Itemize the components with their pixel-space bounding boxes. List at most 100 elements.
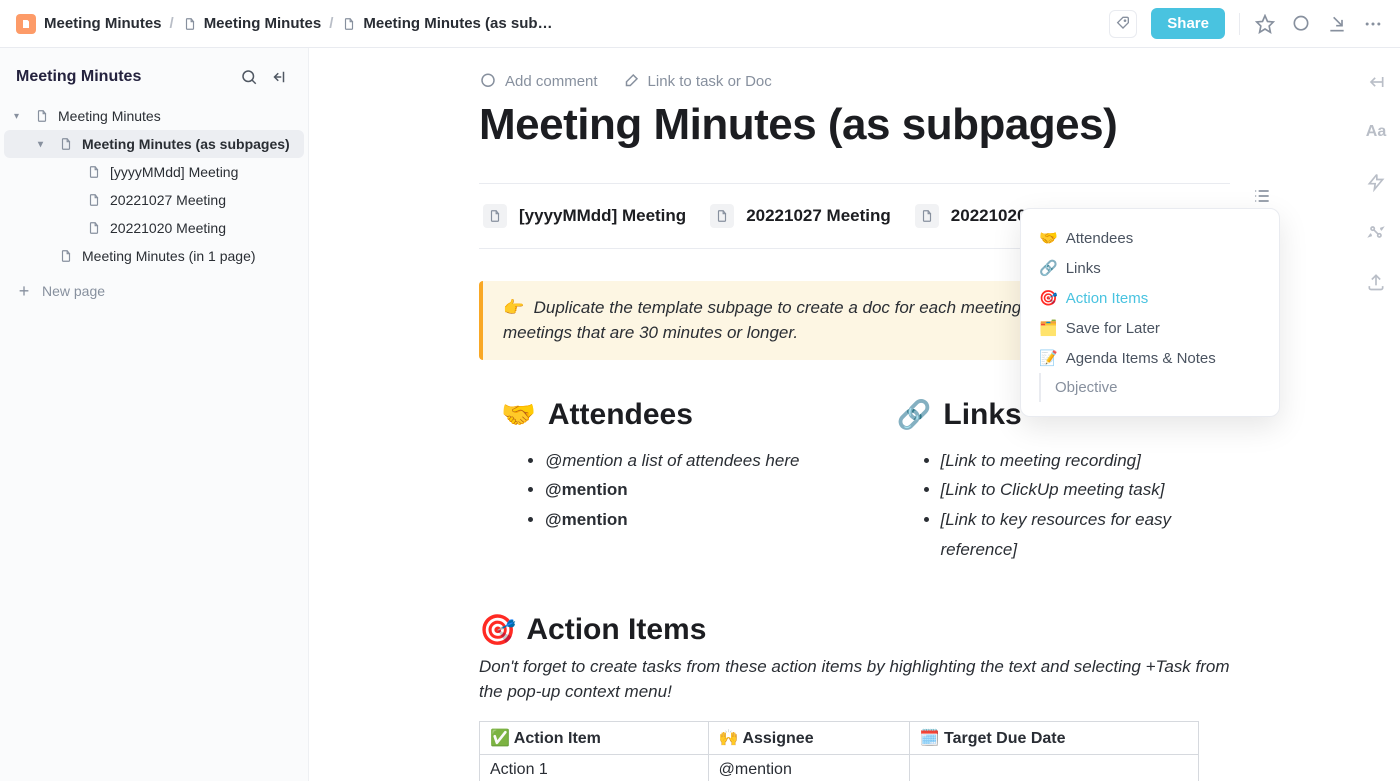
- subpage-label: [yyyyMMdd] Meeting: [519, 206, 686, 226]
- search-icon[interactable]: [238, 66, 260, 88]
- list-item[interactable]: [Link to meeting recording]: [941, 446, 1231, 476]
- document-icon: [58, 136, 74, 152]
- ai-sparkle-icon[interactable]: [1364, 170, 1388, 194]
- handshake-icon: 🤝: [1039, 229, 1058, 247]
- tree-item-label: Meeting Minutes (as subpages): [82, 136, 290, 152]
- attendees-list: @mention a list of attendees here @menti…: [501, 446, 835, 535]
- action-items-table[interactable]: ✅ Action Item 🙌 Assignee 🗓️ Target Due D…: [479, 721, 1199, 781]
- tree-item-root[interactable]: ▾ Meeting Minutes: [4, 102, 304, 130]
- tree-item-label: [yyyyMMdd] Meeting: [110, 164, 238, 180]
- link-icon: 🔗: [1039, 259, 1058, 277]
- document-icon: [483, 204, 507, 228]
- table-row[interactable]: Action 1 @mention: [480, 754, 1199, 781]
- tags-button[interactable]: [1109, 10, 1137, 38]
- document-icon: [58, 248, 74, 264]
- tree-item-meeting-20221027[interactable]: 20221027 Meeting: [4, 186, 304, 214]
- toc-item-attendees[interactable]: 🤝Attendees: [1029, 223, 1271, 253]
- tree-item-label: Meeting Minutes: [58, 108, 161, 124]
- tree-item-label: 20221020 Meeting: [110, 220, 226, 236]
- document-icon: [86, 192, 102, 208]
- breadcrumb-mid[interactable]: Meeting Minutes: [182, 15, 322, 32]
- table-header[interactable]: ✅ Action Item: [480, 721, 709, 754]
- list-item[interactable]: [Link to ClickUp meeting task]: [941, 475, 1231, 505]
- table-header[interactable]: 🙌 Assignee: [708, 721, 909, 754]
- breadcrumb-current[interactable]: Meeting Minutes (as sub…: [341, 15, 552, 32]
- action-items-heading: Action Items: [526, 613, 706, 647]
- tree-item-meeting-20221020[interactable]: 20221020 Meeting: [4, 214, 304, 242]
- list-item[interactable]: @mention: [545, 475, 835, 505]
- table-cell[interactable]: @mention: [708, 754, 909, 781]
- table-cell[interactable]: [909, 754, 1198, 781]
- table-header[interactable]: 🗓️ Target Due Date: [909, 721, 1198, 754]
- export-icon[interactable]: [1364, 270, 1388, 294]
- document-icon: [710, 204, 734, 228]
- document-icon: [34, 108, 50, 124]
- links-heading: Links: [943, 398, 1021, 432]
- page-tree: ▾ Meeting Minutes ▾ Meeting Minutes (as …: [0, 102, 308, 270]
- share-button[interactable]: Share: [1151, 8, 1225, 39]
- tree-item-label: Meeting Minutes (in 1 page): [82, 248, 256, 264]
- app-icon: [16, 14, 36, 34]
- tree-item-template[interactable]: [yyyyMMdd] Meeting: [4, 158, 304, 186]
- collapse-sidebar-icon[interactable]: [268, 66, 290, 88]
- document-icon: [341, 16, 357, 32]
- attendees-section[interactable]: 🤝 Attendees @mention a list of attendees …: [479, 398, 835, 565]
- typography-button[interactable]: Aa: [1364, 120, 1388, 144]
- list-item[interactable]: [Link to key resources for easy referenc…: [941, 505, 1231, 565]
- expand-icon[interactable]: [1364, 70, 1388, 94]
- document-icon: [182, 16, 198, 32]
- pointing-right-icon: 👉: [503, 298, 524, 317]
- divider: [1239, 13, 1240, 35]
- subpage-label: 20221027 Meeting: [746, 206, 891, 226]
- target-icon: 🎯: [479, 613, 516, 648]
- favorite-star-icon[interactable]: [1254, 13, 1276, 35]
- document-icon: [915, 204, 939, 228]
- breadcrumb-root[interactable]: Meeting Minutes: [44, 15, 162, 32]
- chevron-down-icon[interactable]: ▾: [14, 111, 26, 122]
- memo-icon: 📝: [1039, 349, 1058, 367]
- tree-item-single-page[interactable]: Meeting Minutes (in 1 page): [4, 242, 304, 270]
- action-items-section[interactable]: 🎯Action Items Don't forget to create tas…: [479, 613, 1230, 781]
- table-cell[interactable]: Action 1: [480, 754, 709, 781]
- breadcrumb-separator: /: [168, 15, 176, 32]
- subpage-chip[interactable]: 20221027 Meeting: [706, 202, 895, 230]
- breadcrumb-separator: /: [327, 15, 335, 32]
- toc-panel: 🤝Attendees 🔗Links 🎯Action Items 🗂️Save f…: [1020, 208, 1280, 417]
- breadcrumb: Meeting Minutes / Meeting Minutes / Meet…: [44, 15, 1101, 32]
- toc-item-action-items[interactable]: 🎯Action Items: [1029, 283, 1271, 313]
- link-task-button[interactable]: Link to task or Doc: [622, 72, 772, 90]
- tree-item-label: 20221027 Meeting: [110, 192, 226, 208]
- toc-item-objective[interactable]: Objective: [1041, 373, 1271, 402]
- topbar-actions: Share: [1109, 8, 1384, 39]
- new-page-button[interactable]: + New page: [0, 272, 308, 310]
- page-title[interactable]: Meeting Minutes (as subpages): [479, 100, 1230, 151]
- document-icon: [86, 220, 102, 236]
- topbar: Meeting Minutes / Meeting Minutes / Meet…: [0, 0, 1400, 48]
- handshake-icon: 🤝: [501, 398, 536, 431]
- list-item[interactable]: @mention a list of attendees here: [545, 446, 835, 476]
- automation-icon[interactable]: [1364, 220, 1388, 244]
- more-menu-icon[interactable]: [1362, 13, 1384, 35]
- comments-icon[interactable]: [1290, 13, 1312, 35]
- toc-toggle-icon[interactable]: [1248, 182, 1276, 210]
- document-icon: [86, 164, 102, 180]
- toc-item-links[interactable]: 🔗Links: [1029, 253, 1271, 283]
- link-icon: 🔗: [897, 398, 932, 431]
- subpage-chip[interactable]: [yyyyMMdd] Meeting: [479, 202, 690, 230]
- chevron-down-icon[interactable]: ▾: [38, 139, 50, 150]
- add-comment-button[interactable]: Add comment: [479, 72, 598, 90]
- sidebar-title: Meeting Minutes: [16, 68, 230, 86]
- toc-item-agenda[interactable]: 📝Agenda Items & Notes: [1029, 343, 1271, 373]
- editor-area: Add comment Link to task or Doc Meeting …: [309, 48, 1400, 781]
- target-icon: 🎯: [1039, 289, 1058, 307]
- list-item[interactable]: @mention: [545, 505, 835, 535]
- links-section[interactable]: 🔗 Links [Link to meeting recording] [Link…: [875, 398, 1231, 565]
- attendees-heading: Attendees: [548, 398, 693, 432]
- add-comment-label: Add comment: [505, 73, 598, 90]
- plus-icon: +: [16, 282, 32, 300]
- links-list: [Link to meeting recording] [Link to Cli…: [897, 446, 1231, 565]
- link-task-label: Link to task or Doc: [648, 73, 772, 90]
- download-icon[interactable]: [1326, 13, 1348, 35]
- tree-item-subpages[interactable]: ▾ Meeting Minutes (as subpages): [4, 130, 304, 158]
- toc-item-save-for-later[interactable]: 🗂️Save for Later: [1029, 313, 1271, 343]
